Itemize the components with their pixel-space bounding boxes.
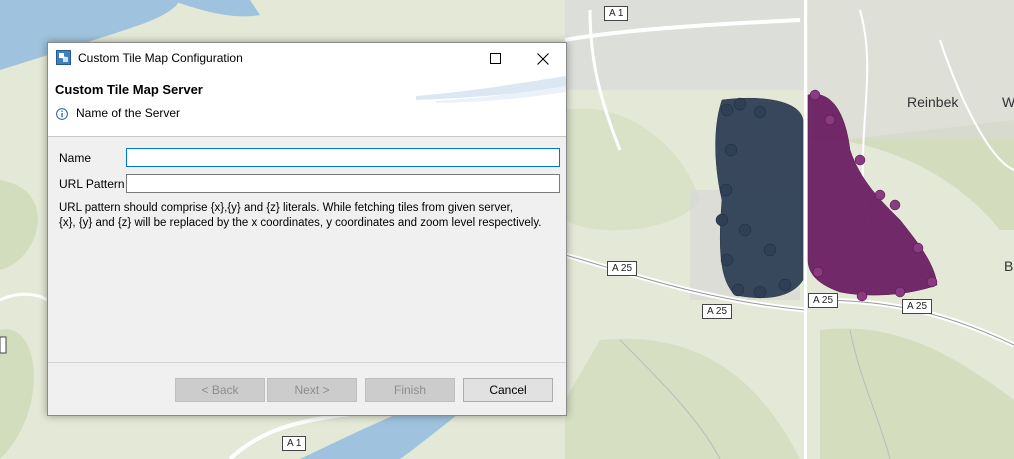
url-pattern-input[interactable]: [126, 174, 560, 193]
road-label-a25-center: A 25: [702, 304, 733, 319]
name-label: Name: [59, 151, 92, 165]
road-label-a1-top: A 1: [604, 6, 629, 21]
name-input[interactable]: [126, 148, 560, 167]
banner-decoration: [416, 76, 566, 103]
maximize-button[interactable]: [472, 43, 518, 74]
app-config-icon: [56, 50, 71, 65]
help-line-1: URL pattern should comprise {x},{y} and …: [59, 202, 514, 214]
data-cluster-left: [715, 97, 804, 299]
back-button[interactable]: < Back: [175, 378, 265, 402]
road-label-a25-right1: A 25: [808, 293, 839, 308]
url-pattern-help-text: URL pattern should comprise {x},{y} and …: [59, 201, 559, 231]
finish-button[interactable]: Finish: [365, 378, 455, 402]
wizard-page-title: Custom Tile Map Server: [55, 82, 203, 97]
info-icon: [56, 108, 68, 120]
close-button[interactable]: [520, 43, 566, 74]
custom-tile-map-dialog: Custom Tile Map Configuration Custom Til…: [47, 42, 567, 416]
place-label-b: B: [1004, 258, 1014, 274]
button-bar-separator: [48, 362, 566, 363]
cancel-button[interactable]: Cancel: [463, 378, 553, 402]
dialog-titlebar[interactable]: Custom Tile Map Configuration: [48, 43, 566, 74]
wizard-banner: Custom Tile Map Server Name of the Serve…: [48, 74, 566, 137]
place-label-w: W: [1002, 94, 1014, 110]
close-icon: [537, 52, 549, 65]
next-button[interactable]: Next >: [267, 378, 357, 402]
maximize-icon: [489, 53, 501, 64]
road-label-a25-left: A 25: [607, 261, 638, 276]
road-label-a25-right2: A 25: [902, 299, 933, 314]
help-line-2: {x}, {y} and {z} will be replaced by the…: [59, 217, 542, 229]
road-label-a1-bottom: A 1: [282, 436, 307, 451]
url-pattern-label: URL Pattern: [59, 177, 125, 191]
wizard-page-description: Name of the Server: [76, 106, 181, 120]
dialog-title: Custom Tile Map Configuration: [78, 51, 243, 65]
place-label-reinbek: Reinbek: [907, 94, 959, 110]
